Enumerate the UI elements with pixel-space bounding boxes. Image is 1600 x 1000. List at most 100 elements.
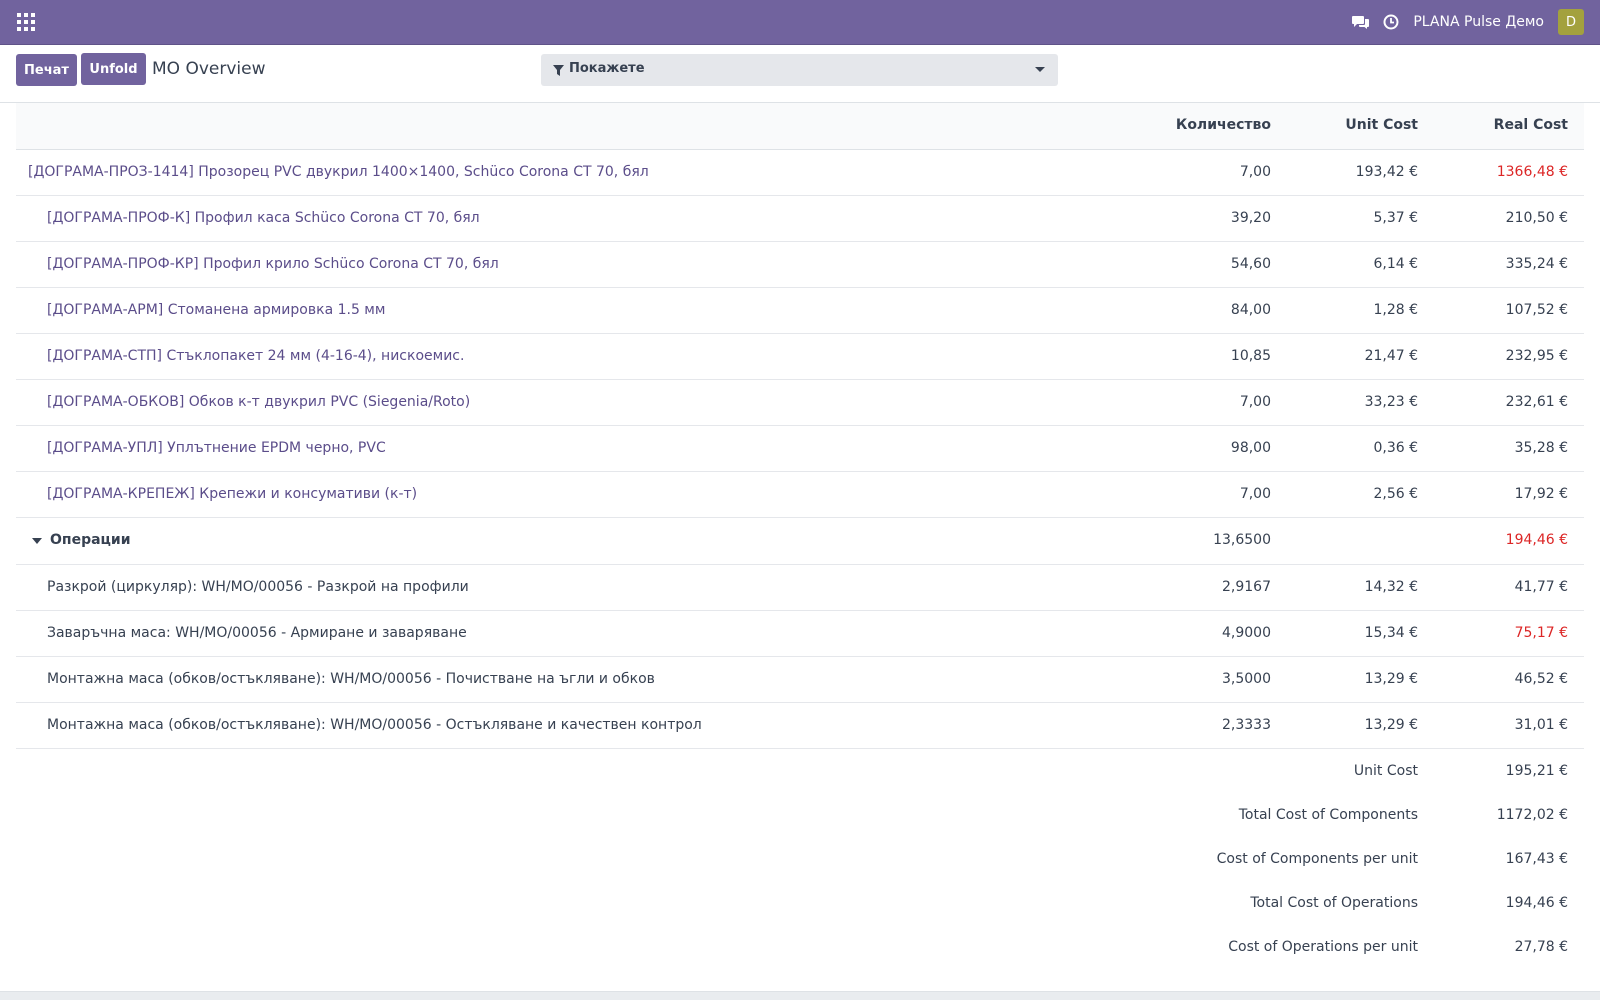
component-link[interactable]: [ДОГРАМА-КРЕПЕЖ] Крепежи и консумативи (… [47,486,417,502]
component-unit-cost: 1,28 € [1373,302,1418,318]
avatar[interactable]: D [1558,9,1584,35]
summary-row: Total Cost of Components 1172,02 € [16,793,1584,837]
component-row: [ДОГРАМА-АРМ] Стоманена армировка 1.5 мм… [16,288,1584,334]
summary-label: Cost of Components per unit [1216,851,1418,867]
caret-down-icon[interactable] [32,538,42,544]
component-link[interactable]: [ДОГРАМА-ОБКОВ] Обков к-т двукрил PVC (S… [47,394,470,410]
summary-label: Cost of Operations per unit [1228,939,1418,955]
filter-icon [553,65,564,76]
caret-down-icon [1035,67,1045,72]
component-unit-cost: 6,14 € [1373,256,1418,272]
component-real-cost: 17,92 € [1514,486,1568,502]
component-row: [ДОГРАМА-КРЕПЕЖ] Крепежи и консумативи (… [16,472,1584,518]
components-list: [ДОГРАМА-ПРОФ-К] Профил каса Schüco Coro… [16,196,1584,518]
operations-toggle[interactable]: Операции [50,532,131,548]
operations-qty: 13,6500 [1213,532,1271,548]
component-real-cost: 210,50 € [1505,210,1568,226]
operation-row: Монтажна маса (обков/остъкляване): WH/MO… [16,657,1584,703]
component-row: [ДОГРАМА-ОБКОВ] Обков к-т двукрил PVC (S… [16,380,1584,426]
operations-real-cost: 194,46 € [1505,532,1568,548]
component-qty: 7,00 [1239,394,1271,410]
component-qty: 98,00 [1230,440,1271,456]
filter-label: Покажете [569,61,645,76]
component-link[interactable]: [ДОГРАМА-СТП] Стъклопакет 24 мм (4-16-4)… [47,348,464,364]
operation-row: Разкрой (циркуляр): WH/MO/00056 - Разкро… [16,565,1584,611]
company-switcher[interactable]: PLANA Pulse Демо [1413,14,1544,30]
operation-qty: 4,9000 [1222,625,1271,641]
operation-unit-cost: 14,32 € [1364,579,1418,595]
component-link[interactable]: [ДОГРАМА-ПРОФ-КР] Профил крило Schüco Co… [47,256,499,272]
component-link[interactable]: [ДОГРАМА-УПЛ] Уплътнение EPDM черно, PVC [47,440,386,456]
control-panel: Печат Unfold MO Overview Покажете [0,45,1600,103]
grid-icon[interactable] [17,13,35,31]
unfold-button[interactable]: Unfold [81,53,146,85]
operation-row: Заваръчна маса: WH/MO/00056 - Армиране и… [16,611,1584,657]
product-unit-cost: 193,42 € [1355,164,1418,180]
summary-label: Total Cost of Operations [1250,895,1418,911]
operation-qty: 3,5000 [1222,671,1271,687]
mo-overview-report: Количество Unit Cost Real Cost [ДОГРАМА-… [16,103,1584,969]
operations-list: Разкрой (циркуляр): WH/MO/00056 - Разкро… [16,565,1584,749]
summary-row: Cost of Components per unit 167,43 € [16,837,1584,881]
operation-qty: 2,9167 [1222,579,1271,595]
breadcrumb: MO Overview [152,59,266,79]
component-unit-cost: 21,47 € [1364,348,1418,364]
clock-icon[interactable] [1382,13,1400,31]
summary-value: 1172,02 € [1496,807,1568,823]
operation-unit-cost: 15,34 € [1364,625,1418,641]
column-header-unit-cost: Unit Cost [1345,117,1418,133]
component-real-cost: 107,52 € [1505,302,1568,318]
summary-value: 167,43 € [1505,851,1568,867]
column-header-real-cost: Real Cost [1493,117,1568,133]
display-filter-dropdown[interactable]: Покажете [541,54,1058,86]
operation-unit-cost: 13,29 € [1364,717,1418,733]
operation-name: Монтажна маса (обков/остъкляване): WH/MO… [47,671,655,687]
component-row: [ДОГРАМА-УПЛ] Уплътнение EPDM черно, PVC… [16,426,1584,472]
operation-row: Монтажна маса (обков/остъкляване): WH/MO… [16,703,1584,749]
print-button[interactable]: Печат [16,54,77,86]
operation-unit-cost: 13,29 € [1364,671,1418,687]
product-link[interactable]: [ДОГРАМА-ПРОЗ-1414] Прозорец PVC двукрил… [28,164,649,180]
operation-real-cost: 31,01 € [1514,717,1568,733]
component-unit-cost: 33,23 € [1364,394,1418,410]
component-real-cost: 232,61 € [1505,394,1568,410]
navbar-systray: PLANA Pulse Демо D [1340,0,1584,44]
component-qty: 84,00 [1230,302,1271,318]
component-row: [ДОГРАМА-СТП] Стъклопакет 24 мм (4-16-4)… [16,334,1584,380]
operation-name: Разкрой (циркуляр): WH/MO/00056 - Разкро… [47,579,469,595]
summary-label: Total Cost of Components [1238,807,1418,823]
component-unit-cost: 0,36 € [1373,440,1418,456]
component-real-cost: 232,95 € [1505,348,1568,364]
cost-summary: Unit Cost 195,21 € Total Cost of Component… [16,749,1584,969]
component-real-cost: 335,24 € [1505,256,1568,272]
component-unit-cost: 5,37 € [1373,210,1418,226]
product-row: [ДОГРАМА-ПРОЗ-1414] Прозорец PVC двукрил… [16,150,1584,196]
component-qty: 39,20 [1230,210,1271,226]
column-header-qty: Количество [1175,117,1271,133]
summary-row: Total Cost of Operations 194,46 € [16,881,1584,925]
component-link[interactable]: [ДОГРАМА-АРМ] Стоманена армировка 1.5 мм [47,302,385,318]
operations-header-row: Операции 13,6500 194,46 € [16,518,1584,565]
operation-name: Монтажна маса (обков/остъкляване): WH/MO… [47,717,702,733]
operation-real-cost: 46,52 € [1514,671,1568,687]
operation-qty: 2,3333 [1222,717,1271,733]
table-header: Количество Unit Cost Real Cost [16,103,1584,150]
component-unit-cost: 2,56 € [1373,486,1418,502]
component-qty: 54,60 [1230,256,1271,272]
summary-row: Unit Cost 195,21 € [16,749,1584,793]
component-link[interactable]: [ДОГРАМА-ПРОФ-К] Профил каса Schüco Coro… [47,210,480,226]
summary-value: 194,46 € [1505,895,1568,911]
component-row: [ДОГРАМА-ПРОФ-КР] Профил крило Schüco Co… [16,242,1584,288]
component-real-cost: 35,28 € [1514,440,1568,456]
component-qty: 10,85 [1230,348,1271,364]
summary-value: 27,78 € [1514,939,1568,955]
chat-icon[interactable] [1352,13,1370,31]
operation-name: Заваръчна маса: WH/MO/00056 - Армиране и… [47,625,467,641]
product-qty: 7,00 [1239,164,1271,180]
summary-row: Cost of Operations per unit 27,78 € [16,925,1584,969]
operation-real-cost: 75,17 € [1514,625,1568,641]
page-footer-bar [0,991,1600,1000]
component-row: [ДОГРАМА-ПРОФ-К] Профил каса Schüco Coro… [16,196,1584,242]
operation-real-cost: 41,77 € [1514,579,1568,595]
component-qty: 7,00 [1239,486,1271,502]
